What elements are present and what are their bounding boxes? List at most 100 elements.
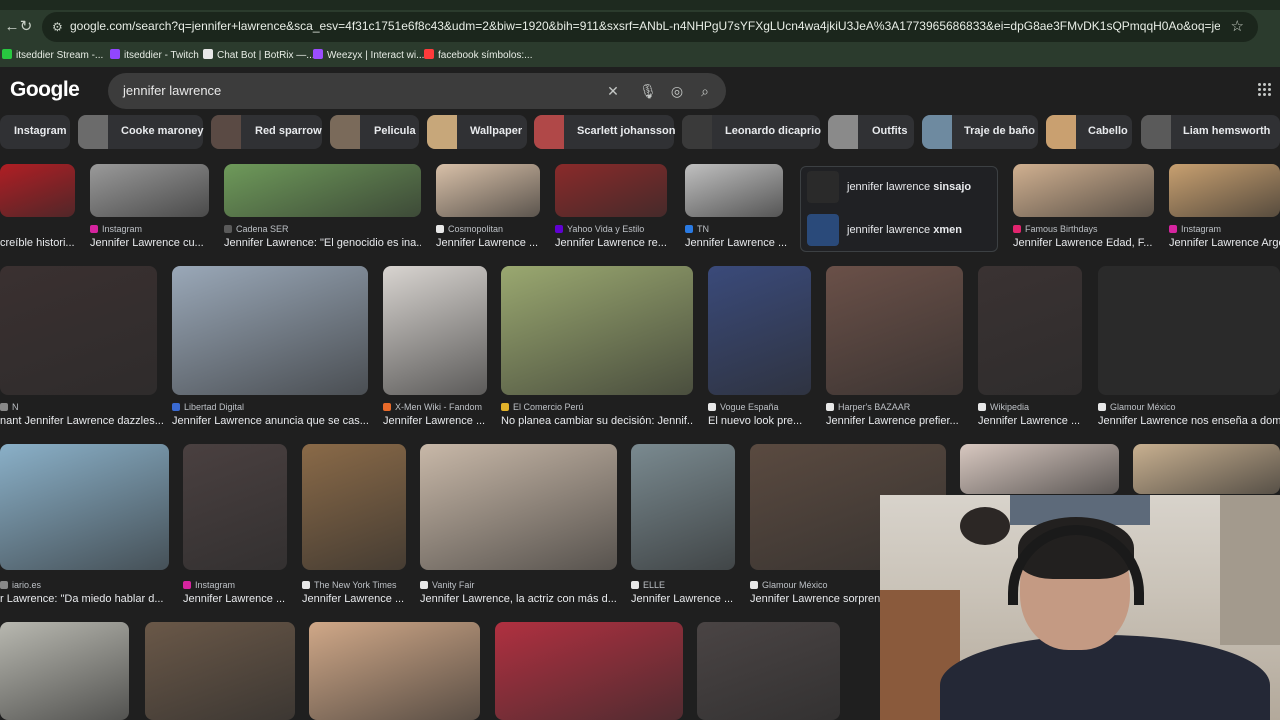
chip-cooke-maroney[interactable]: Cooke maroney xyxy=(78,115,204,149)
address-bar[interactable]: ⚙ google.com/search?q=jennifer+lawrence&… xyxy=(42,12,1258,42)
search-icon[interactable]: ⌕ xyxy=(694,80,716,102)
url-text[interactable]: google.com/search?q=jennifer+lawrence&sc… xyxy=(70,19,1220,33)
result-title[interactable]: Jennifer Lawrence anuncia que se cas... xyxy=(172,415,368,427)
result-title[interactable]: Jennifer Lawrence Edad, F... xyxy=(1013,237,1152,249)
result-title[interactable]: Jennifer Lawrence ... xyxy=(302,593,404,605)
result-title[interactable]: Jennifer Lawrence: "El genocidio es ina.… xyxy=(224,237,421,249)
result-title[interactable]: nant Jennifer Lawrence dazzles... xyxy=(0,415,164,427)
image-result-thumbnail[interactable] xyxy=(708,266,811,395)
result-title[interactable]: Jennifer Lawrence prefier... xyxy=(826,415,959,427)
image-result-thumbnail[interactable] xyxy=(0,444,169,570)
result-source[interactable]: Instagram xyxy=(90,224,142,234)
image-result-thumbnail[interactable] xyxy=(685,164,783,217)
google-logo[interactable]: Google xyxy=(10,78,80,102)
image-result-thumbnail[interactable] xyxy=(420,444,617,570)
result-title[interactable]: Jennifer Lawrence ... xyxy=(685,237,787,249)
result-title[interactable]: Jennifer Lawrence ... xyxy=(978,415,1080,427)
result-title[interactable]: Jennifer Lawrence nos enseña a domin... xyxy=(1098,415,1280,427)
bookmark-item[interactable]: itseddier Stream -... xyxy=(2,48,103,64)
image-result-thumbnail[interactable] xyxy=(383,266,487,395)
result-title[interactable]: Jennifer Lawrence, la actriz con más d..… xyxy=(420,593,617,605)
related-search-item[interactable]: jennifer lawrence xmen xyxy=(805,212,995,248)
result-source[interactable]: Cosmopolitan xyxy=(436,224,503,234)
image-result-thumbnail[interactable] xyxy=(631,444,735,570)
image-result-thumbnail[interactable] xyxy=(826,266,963,395)
result-source[interactable]: Glamour México xyxy=(750,580,828,590)
result-source[interactable]: X-Men Wiki - Fandom xyxy=(383,402,482,412)
microphone-icon[interactable]: 🎙 xyxy=(637,80,659,102)
result-source[interactable]: The New York Times xyxy=(302,580,397,590)
result-source[interactable]: Wikipedia xyxy=(978,402,1029,412)
clear-icon[interactable]: ✕ xyxy=(602,80,624,102)
lens-camera-icon[interactable]: ◎ xyxy=(666,80,688,102)
chip-wallpaper[interactable]: Wallpaper xyxy=(427,115,527,149)
result-title[interactable]: Jennifer Lawrence ... xyxy=(631,593,733,605)
chip-traje-de-bano[interactable]: Traje de baño xyxy=(922,115,1038,149)
chip-scarlett-johansson[interactable]: Scarlett johansson xyxy=(534,115,675,149)
result-title[interactable]: r Lawrence: "Da miedo hablar d... xyxy=(0,593,164,605)
result-title[interactable]: Jennifer Lawrence ... xyxy=(383,415,485,427)
google-apps-icon[interactable] xyxy=(1258,83,1272,97)
result-source[interactable]: Vogue España xyxy=(708,402,779,412)
site-info-icon[interactable]: ⚙ xyxy=(52,19,68,35)
result-title[interactable]: No planea cambiar su decisión: Jennif... xyxy=(501,415,693,427)
image-result-thumbnail[interactable] xyxy=(145,622,295,720)
image-result-thumbnail[interactable] xyxy=(172,266,368,395)
result-source[interactable]: Cadena SER xyxy=(224,224,289,234)
result-source[interactable]: Libertad Digital xyxy=(172,402,244,412)
chip-outfits[interactable]: Outfits xyxy=(828,115,914,149)
image-result-thumbnail[interactable] xyxy=(978,266,1082,395)
chip-cabello[interactable]: Cabello xyxy=(1046,115,1132,149)
result-title[interactable]: Jennifer Lawrence sorprend... xyxy=(750,593,896,605)
result-title[interactable]: Jennifer Lawrence Arge... xyxy=(1169,237,1280,249)
image-result-thumbnail[interactable] xyxy=(183,444,287,570)
result-source[interactable]: El Comercio Perú xyxy=(501,402,584,412)
result-title[interactable]: creíble histori... xyxy=(0,237,75,249)
result-source[interactable]: Instagram xyxy=(183,580,235,590)
chip-instagram[interactable]: Instagram xyxy=(0,115,70,149)
result-source[interactable]: Glamour México xyxy=(1098,402,1176,412)
chip-red-sparrow[interactable]: Red sparrow xyxy=(211,115,322,149)
search-box[interactable]: jennifer lawrence ✕ 🎙 ◎ ⌕ xyxy=(108,73,726,109)
result-source[interactable]: Vanity Fair xyxy=(420,580,474,590)
image-result-thumbnail[interactable] xyxy=(1098,266,1280,395)
result-title[interactable]: Jennifer Lawrence ... xyxy=(436,237,538,249)
image-result-thumbnail[interactable] xyxy=(495,622,683,720)
image-result-thumbnail[interactable] xyxy=(302,444,406,570)
search-input[interactable]: jennifer lawrence xyxy=(123,83,221,98)
result-title[interactable]: Jennifer Lawrence cu... xyxy=(90,237,204,249)
image-result-thumbnail[interactable] xyxy=(309,622,480,720)
result-source[interactable]: TN xyxy=(685,224,709,234)
image-result-thumbnail[interactable] xyxy=(90,164,209,217)
chip-liam-hemsworth[interactable]: Liam hemsworth xyxy=(1141,115,1280,149)
image-result-thumbnail[interactable] xyxy=(0,622,129,720)
chip-leonardo-dicaprio[interactable]: Leonardo dicaprio xyxy=(682,115,821,149)
bookmark-item[interactable]: facebook símbolos:... xyxy=(424,48,533,64)
image-result-thumbnail[interactable] xyxy=(555,164,667,217)
reload-icon[interactable]: ↻ xyxy=(14,15,38,39)
result-source[interactable]: ELLE xyxy=(631,580,665,590)
image-result-thumbnail[interactable] xyxy=(960,444,1119,494)
image-result-thumbnail[interactable] xyxy=(1169,164,1280,217)
image-result-thumbnail[interactable] xyxy=(0,266,157,395)
image-result-thumbnail[interactable] xyxy=(697,622,840,720)
bookmark-item[interactable]: itseddier - Twitch xyxy=(110,48,199,64)
chip-pelicula[interactable]: Pelicula xyxy=(330,115,419,149)
image-result-thumbnail[interactable] xyxy=(436,164,540,217)
related-search-item[interactable]: jennifer lawrence sinsajo xyxy=(805,169,995,205)
bookmark-item[interactable]: Chat Bot | BotRix —... xyxy=(203,48,315,64)
result-source[interactable]: iario.es xyxy=(0,580,41,590)
result-source[interactable]: Yahoo Vida y Estilo xyxy=(555,224,644,234)
result-source[interactable]: N xyxy=(0,402,19,412)
result-source[interactable]: Instagram xyxy=(1169,224,1221,234)
image-result-thumbnail[interactable] xyxy=(1013,164,1154,217)
image-result-thumbnail[interactable] xyxy=(501,266,693,395)
image-result-thumbnail[interactable] xyxy=(1133,444,1280,494)
result-source[interactable]: Harper's BAZAAR xyxy=(826,402,910,412)
result-title[interactable]: Jennifer Lawrence re... xyxy=(555,237,667,249)
result-title[interactable]: Jennifer Lawrence ... xyxy=(183,593,285,605)
image-result-thumbnail[interactable] xyxy=(0,164,75,217)
result-title[interactable]: El nuevo look pre... xyxy=(708,415,802,427)
bookmark-star-icon[interactable]: ☆ xyxy=(1231,17,1244,35)
bookmark-item[interactable]: Weezyx | Interact wi... xyxy=(313,48,424,64)
